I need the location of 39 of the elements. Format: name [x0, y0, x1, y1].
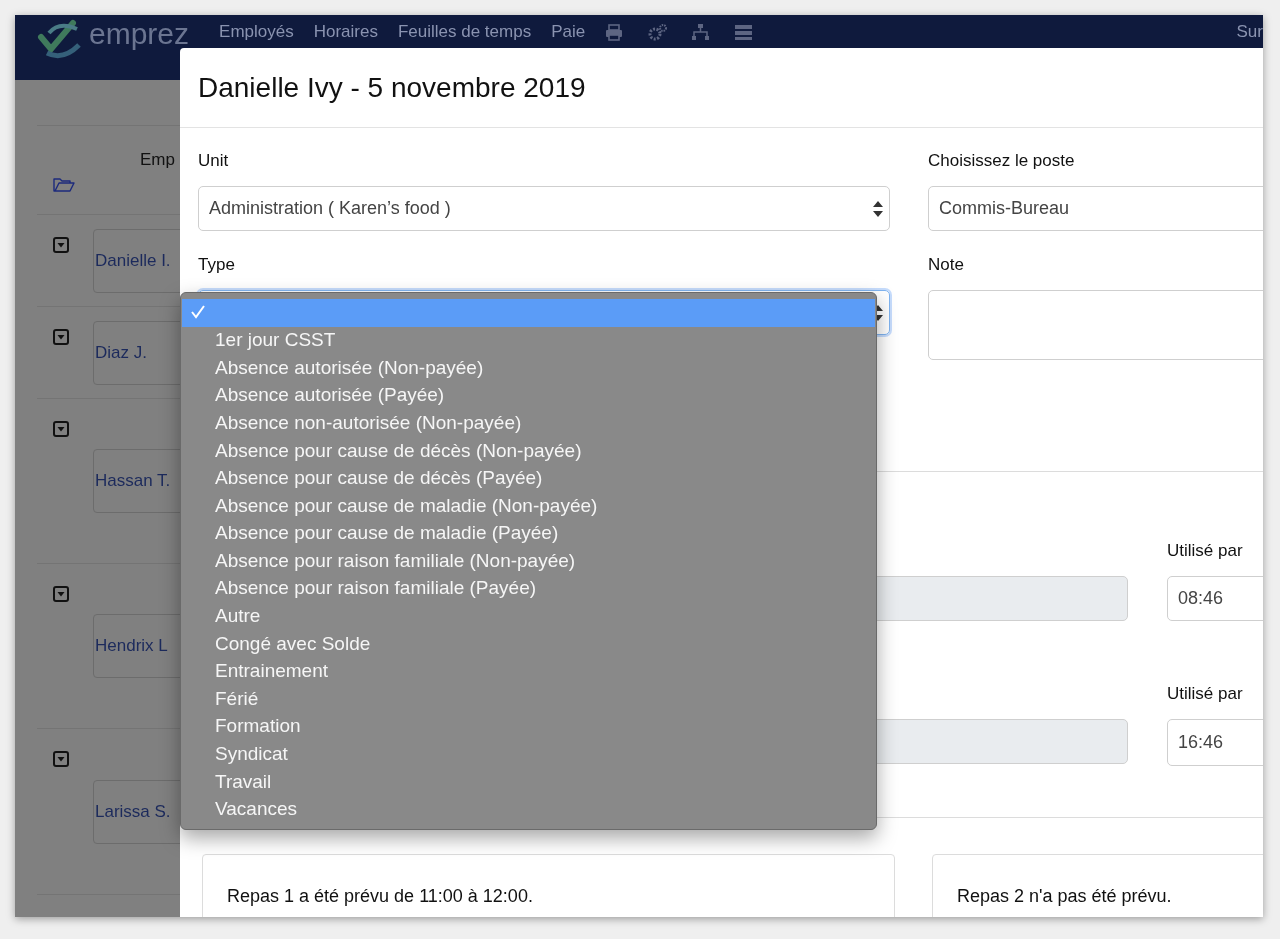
- meal-card: Repas 1 a été prévu de 11:00 à 12:00.: [202, 854, 895, 917]
- dropdown-option[interactable]: Férié: [181, 685, 876, 713]
- dropdown-option[interactable]: Absence pour raison familiale (Payée): [181, 574, 876, 603]
- nav-link[interactable]: Horaires: [313, 19, 378, 43]
- column-header: Emp: [140, 149, 175, 171]
- user-link[interactable]: Sur: [1236, 19, 1263, 43]
- dropdown-option[interactable]: Absence non-autorisée (Non-payée): [181, 409, 876, 437]
- dropdown-option[interactable]: Syndicat: [181, 740, 876, 769]
- dropdown-option[interactable]: Formation: [181, 712, 876, 741]
- caret-square-icon[interactable]: [53, 586, 69, 602]
- caret-square-icon[interactable]: [53, 751, 69, 767]
- caret-square-icon[interactable]: [53, 237, 69, 253]
- field-label: Unit: [198, 150, 230, 172]
- caret-square-icon[interactable]: [53, 329, 69, 345]
- field-label: Utilisé par: [1167, 540, 1244, 562]
- meal-card: Repas 2 n'a pas été prévu.: [932, 854, 1263, 917]
- sitemap-icon[interactable]: [691, 23, 711, 41]
- poste-select[interactable]: Commis-Bureau: [928, 186, 1263, 231]
- dropdown-option[interactable]: Absence pour raison familiale (Non-payée): [181, 547, 876, 575]
- caret-square-icon[interactable]: [53, 421, 69, 437]
- time-field[interactable]: 08:46: [1167, 576, 1263, 621]
- printer-icon[interactable]: [605, 23, 625, 41]
- note-field[interactable]: [928, 290, 1263, 360]
- server-icon[interactable]: [734, 23, 754, 41]
- logo-text: emprez: [89, 19, 190, 49]
- checkmark-icon: [190, 304, 206, 320]
- nav-link[interactable]: Paie: [551, 19, 586, 43]
- select-arrows-icon: [873, 201, 883, 217]
- gears-icon[interactable]: [648, 23, 668, 41]
- nav-link[interactable]: Employés: [219, 19, 294, 43]
- field-label: Note: [928, 254, 965, 276]
- time-field[interactable]: 16:46: [1167, 719, 1263, 766]
- field-label: Utilisé par: [1167, 683, 1244, 705]
- folder-icon[interactable]: [53, 177, 75, 192]
- field-label: Choisissez le poste: [928, 150, 1076, 172]
- unit-select[interactable]: Administration ( Karen’s food ): [198, 186, 890, 231]
- modal-title: Danielle Ivy - 5 novembre 2019: [180, 48, 1263, 128]
- nav-link[interactable]: Feuilles de temps: [397, 19, 532, 43]
- dropdown-option[interactable]: Absence pour cause de maladie (Payée): [181, 519, 876, 548]
